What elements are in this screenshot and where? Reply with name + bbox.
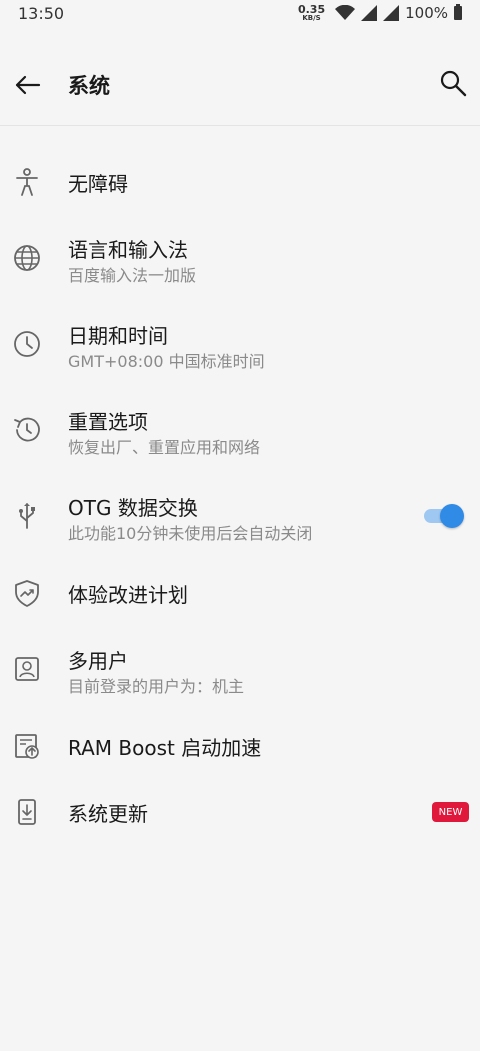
ram-boost-icon (15, 734, 39, 759)
item-title: RAM Boost 启动加速 (68, 736, 262, 760)
item-reset-options[interactable]: 重置选项 恢复出厂、重置应用和网络 (0, 390, 480, 470)
item-title: 语言和输入法 (68, 238, 188, 262)
signal-icon (361, 5, 378, 21)
item-subtitle: 恢复出厂、重置应用和网络 (68, 438, 261, 457)
status-right: 0.35 KB/S 100% (298, 4, 462, 22)
wifi-icon (335, 5, 356, 20)
item-system-update[interactable]: 系统更新 NEW (0, 772, 480, 852)
net-speed-unit: KB/S (302, 14, 321, 22)
otg-toggle[interactable] (424, 503, 464, 529)
item-subtitle: GMT+08:00 中国标准时间 (68, 352, 265, 371)
usb-icon (19, 503, 35, 529)
app-bar: 系统 (0, 44, 480, 126)
page-title: 系统 (68, 74, 110, 98)
status-time: 13:50 (18, 3, 65, 23)
accessibility-icon (16, 168, 38, 196)
toggle-knob (440, 504, 464, 528)
item-accessibility[interactable]: 无障碍 (0, 142, 480, 222)
item-improvement-program[interactable]: 体验改进计划 (0, 553, 480, 633)
clock-icon (14, 331, 40, 357)
user-icon (15, 657, 39, 681)
item-subtitle: 目前登录的用户为：机主 (68, 677, 245, 696)
item-language-input[interactable]: 语言和输入法 百度输入法一加版 (0, 218, 480, 298)
signal-icon-2 (383, 5, 400, 21)
item-date-time[interactable]: 日期和时间 GMT+08:00 中国标准时间 (0, 304, 480, 384)
history-icon (14, 417, 40, 442)
item-title: 无障碍 (68, 172, 128, 196)
item-title: 系统更新 (68, 802, 148, 826)
system-update-icon (18, 799, 36, 825)
shield-trend-icon (15, 580, 39, 607)
item-title: OTG 数据交换 (68, 496, 198, 520)
item-otg[interactable]: OTG 数据交换 此功能10分钟未使用后会自动关闭 (0, 476, 480, 556)
item-title: 重置选项 (68, 410, 148, 434)
status-bar: 13:50 0.35 KB/S 100% (0, 0, 480, 26)
item-subtitle: 百度输入法一加版 (68, 266, 197, 285)
net-speed: 0.35 KB/S (298, 4, 325, 22)
item-subtitle: 此功能10分钟未使用后会自动关闭 (68, 524, 313, 543)
globe-icon (14, 245, 40, 271)
item-multi-user[interactable]: 多用户 目前登录的用户为：机主 (0, 629, 480, 709)
battery-icon (454, 4, 462, 20)
new-badge: NEW (432, 802, 469, 822)
item-title: 多用户 (68, 649, 128, 673)
battery-level: 100% (405, 4, 448, 22)
back-arrow-icon[interactable] (12, 70, 42, 100)
item-title: 日期和时间 (68, 324, 168, 348)
item-title: 体验改进计划 (68, 583, 188, 607)
search-icon[interactable] (438, 68, 468, 98)
